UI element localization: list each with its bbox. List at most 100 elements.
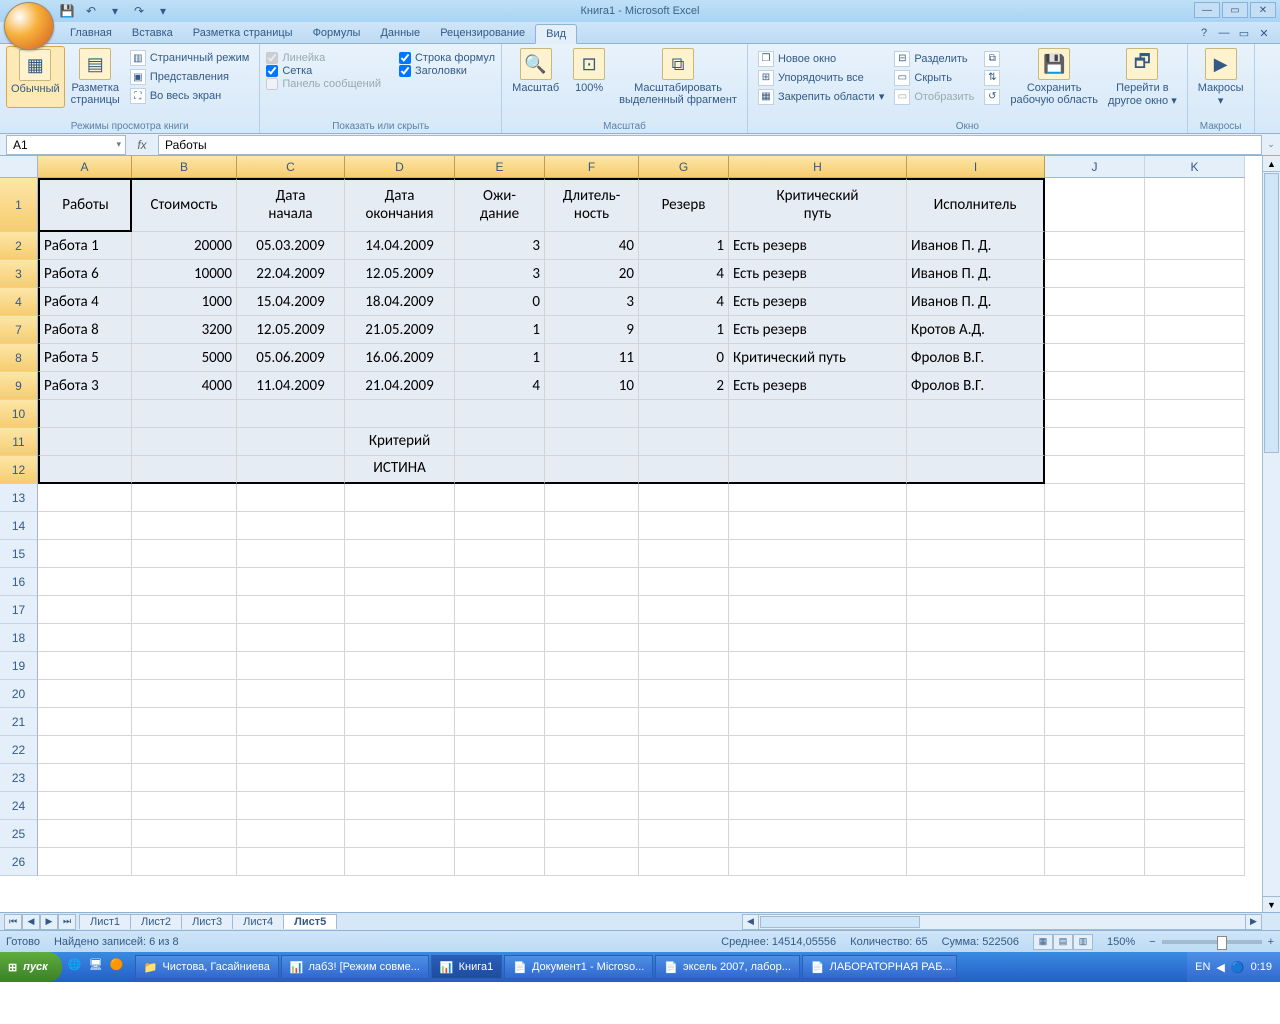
headings-checkbox[interactable]: Заголовки bbox=[399, 65, 495, 77]
column-header[interactable]: J bbox=[1045, 156, 1145, 178]
cell[interactable]: 05.03.2009 bbox=[237, 232, 345, 260]
cell[interactable]: Работа 6 bbox=[38, 260, 132, 288]
cell[interactable] bbox=[132, 512, 237, 540]
close-button[interactable]: ✕ bbox=[1250, 2, 1276, 18]
zoom-selection-button[interactable]: ⧉Масштабировать выделенный фрагмент bbox=[615, 46, 741, 108]
scroll-up-icon[interactable]: ▲ bbox=[1263, 156, 1280, 172]
ribbon-tab[interactable]: Главная bbox=[60, 24, 122, 43]
vertical-scrollbar[interactable]: ▲ ▼ bbox=[1262, 156, 1280, 912]
cell[interactable] bbox=[1145, 820, 1245, 848]
cell[interactable] bbox=[1145, 456, 1245, 484]
cell[interactable] bbox=[907, 680, 1045, 708]
row-header[interactable]: 17 bbox=[0, 596, 38, 624]
cell[interactable]: Критический путь bbox=[729, 344, 907, 372]
cell[interactable] bbox=[1145, 400, 1245, 428]
cell[interactable] bbox=[545, 568, 639, 596]
redo-icon[interactable]: ↷ bbox=[130, 2, 148, 20]
sync-scroll-icon[interactable]: ⇅ bbox=[984, 70, 1000, 86]
cell[interactable] bbox=[545, 680, 639, 708]
row-header[interactable]: 23 bbox=[0, 764, 38, 792]
cell[interactable] bbox=[237, 848, 345, 876]
start-button[interactable]: ⊞ пуск bbox=[0, 952, 62, 982]
row-header[interactable]: 14 bbox=[0, 512, 38, 540]
row-header[interactable]: 9 bbox=[0, 372, 38, 400]
cell[interactable] bbox=[132, 568, 237, 596]
row-header[interactable]: 15 bbox=[0, 540, 38, 568]
cell[interactable] bbox=[455, 708, 545, 736]
macros-button[interactable]: ▶Макросы▾ bbox=[1194, 46, 1248, 109]
cell[interactable] bbox=[38, 652, 132, 680]
cell[interactable] bbox=[1145, 232, 1245, 260]
normal-view-button[interactable]: ▦Обычный bbox=[6, 46, 65, 108]
ribbon-tab[interactable]: Вид bbox=[535, 24, 577, 44]
cell[interactable]: Исполнитель bbox=[907, 178, 1045, 232]
row-header[interactable]: 16 bbox=[0, 568, 38, 596]
save-workspace-button[interactable]: 💾Сохранить рабочую область bbox=[1006, 46, 1102, 109]
cell[interactable] bbox=[1145, 652, 1245, 680]
cell[interactable] bbox=[345, 736, 455, 764]
cell[interactable] bbox=[132, 624, 237, 652]
cell[interactable] bbox=[1145, 568, 1245, 596]
cell[interactable] bbox=[38, 512, 132, 540]
cell[interactable]: 9 bbox=[545, 316, 639, 344]
cell[interactable]: Дата окончания bbox=[345, 178, 455, 232]
cell[interactable] bbox=[1145, 792, 1245, 820]
cell[interactable] bbox=[1145, 540, 1245, 568]
office-button[interactable] bbox=[4, 2, 54, 50]
custom-views-button[interactable]: ▣Представления bbox=[126, 68, 254, 86]
scroll-left-icon[interactable]: ◀ bbox=[743, 915, 759, 929]
cell[interactable]: 12.05.2009 bbox=[237, 316, 345, 344]
cell[interactable]: Длитель- ность bbox=[545, 178, 639, 232]
cell[interactable] bbox=[545, 820, 639, 848]
cell[interactable] bbox=[38, 400, 132, 428]
cell[interactable] bbox=[132, 708, 237, 736]
cell[interactable] bbox=[639, 428, 729, 456]
new-window-button[interactable]: ❐Новое окно bbox=[754, 50, 888, 68]
sheet-tab[interactable]: Лист4 bbox=[232, 914, 284, 929]
row-header[interactable]: 12 bbox=[0, 456, 38, 484]
taskbar-item[interactable]: 📄эксель 2007, лабор... bbox=[655, 955, 800, 979]
sheet-first-icon[interactable]: ⏮ bbox=[4, 914, 22, 930]
help-icon[interactable]: ? bbox=[1196, 25, 1212, 41]
zoom-slider[interactable] bbox=[1162, 940, 1262, 944]
cell[interactable] bbox=[237, 512, 345, 540]
cell[interactable] bbox=[1145, 428, 1245, 456]
page-break-button[interactable]: ▥Страничный режим bbox=[126, 49, 254, 67]
cell[interactable] bbox=[1045, 652, 1145, 680]
cell[interactable]: Ожи- дание bbox=[455, 178, 545, 232]
cell[interactable] bbox=[38, 792, 132, 820]
cell[interactable] bbox=[1045, 400, 1145, 428]
cell[interactable] bbox=[907, 428, 1045, 456]
cell[interactable] bbox=[545, 708, 639, 736]
cell[interactable] bbox=[237, 764, 345, 792]
cell[interactable]: Работа 4 bbox=[38, 288, 132, 316]
cell[interactable] bbox=[237, 652, 345, 680]
cell[interactable] bbox=[907, 708, 1045, 736]
name-box[interactable]: A1 bbox=[6, 135, 126, 155]
clock[interactable]: 0:19 bbox=[1251, 961, 1272, 973]
row-header[interactable]: 8 bbox=[0, 344, 38, 372]
minimize-doc-button[interactable]: — bbox=[1216, 25, 1232, 41]
cell[interactable] bbox=[907, 764, 1045, 792]
media-icon[interactable]: 🟠 bbox=[110, 958, 128, 976]
taskbar-item[interactable]: 📊Книга1 bbox=[431, 955, 502, 979]
select-all-corner[interactable] bbox=[0, 156, 38, 178]
cell[interactable] bbox=[455, 624, 545, 652]
row-header[interactable]: 24 bbox=[0, 792, 38, 820]
expand-formula-icon[interactable]: ⌄ bbox=[1262, 139, 1280, 150]
cell[interactable] bbox=[1145, 596, 1245, 624]
cell[interactable] bbox=[729, 736, 907, 764]
zoom-in-icon[interactable]: + bbox=[1268, 936, 1274, 948]
cell[interactable] bbox=[38, 820, 132, 848]
cell[interactable]: Стоимость bbox=[132, 178, 237, 232]
cell[interactable]: 1 bbox=[639, 316, 729, 344]
cell[interactable]: 21.04.2009 bbox=[345, 372, 455, 400]
cell[interactable]: 4 bbox=[639, 260, 729, 288]
cell[interactable] bbox=[1045, 848, 1145, 876]
scroll-thumb[interactable] bbox=[1264, 173, 1279, 453]
taskbar-item[interactable]: 📊лаб3! [Режим совме... bbox=[281, 955, 429, 979]
cell[interactable] bbox=[38, 540, 132, 568]
arrange-all-button[interactable]: ⊞Упорядочить все bbox=[754, 69, 888, 87]
restore-button[interactable]: ▭ bbox=[1222, 2, 1248, 18]
cell[interactable] bbox=[545, 484, 639, 512]
